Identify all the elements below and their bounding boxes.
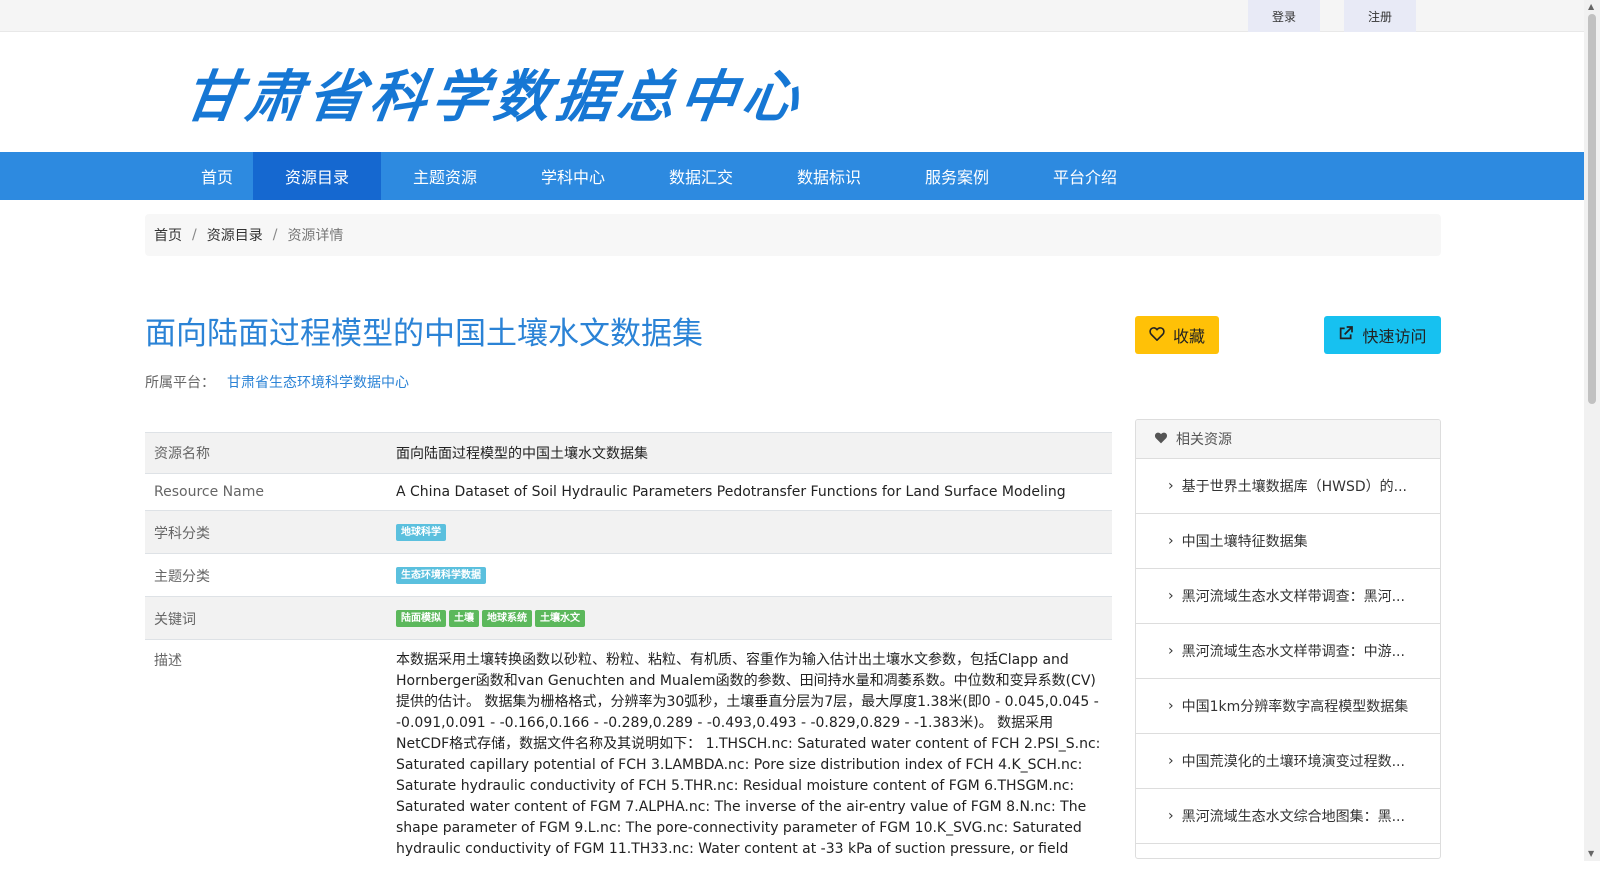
chevron-right-icon: › bbox=[1168, 478, 1174, 494]
resource-info-table: 资源名称 面向陆面过程模型的中国土壤水文数据集 Resource Name A … bbox=[145, 432, 1112, 870]
related-item[interactable]: › 黑河流域生态水文样带调查：黑河... bbox=[1136, 569, 1440, 624]
chevron-right-icon: › bbox=[1168, 698, 1174, 714]
related-item-label: 黑河流域生态水文样带调查：黑河... bbox=[1182, 586, 1405, 606]
platform-link[interactable]: 甘肃省生态环境科学数据中心 bbox=[227, 375, 409, 391]
scrollbar-thumb[interactable] bbox=[1588, 14, 1596, 404]
related-item[interactable]: › 黑河流域生态水文样带调查：中游... bbox=[1136, 624, 1440, 679]
breadcrumb-current: 资源详情 bbox=[287, 225, 343, 245]
table-row: 资源名称 面向陆面过程模型的中国土壤水文数据集 bbox=[145, 433, 1112, 474]
related-item-label: 基于世界土壤数据库（HWSD）的... bbox=[1182, 476, 1407, 496]
related-resources-title: 相关资源 bbox=[1176, 429, 1232, 449]
chevron-right-icon: › bbox=[1168, 643, 1174, 659]
breadcrumb-separator: / bbox=[192, 227, 197, 243]
nav-item-home[interactable]: 首页 bbox=[185, 152, 249, 200]
chevron-right-icon: › bbox=[1168, 588, 1174, 604]
related-resources-header: 相关资源 bbox=[1136, 420, 1440, 459]
row-key: 主题分类 bbox=[145, 554, 387, 597]
topic-tags: 生态环境科学数据 bbox=[387, 554, 1112, 597]
row-key: 描述 bbox=[145, 640, 387, 870]
nav-item-catalog[interactable]: 资源目录 bbox=[253, 152, 381, 200]
related-item-label: 中国1km分辨率数字高程模型数据集 bbox=[1182, 696, 1409, 716]
keyword-tag[interactable]: 土壤水文 bbox=[535, 610, 585, 627]
related-item[interactable]: › 中国荒漠化的土壤环境演变过程数... bbox=[1136, 734, 1440, 789]
related-item[interactable]: › 中国土壤特征数据集 bbox=[1136, 514, 1440, 569]
external-link-icon bbox=[1338, 325, 1354, 345]
related-item[interactable]: › 黑河流域生态水文综合地图集：黑... bbox=[1136, 789, 1440, 844]
row-key: 学科分类 bbox=[145, 511, 387, 554]
row-key: 资源名称 bbox=[145, 433, 387, 474]
related-item-label: 中国荒漠化的土壤环境演变过程数... bbox=[1182, 751, 1405, 771]
related-resources-panel: 相关资源 › 基于世界土壤数据库（HWSD）的... › 中国土壤特征数据集 › 黑河… bbox=[1135, 419, 1441, 859]
discipline-tag[interactable]: 地球科学 bbox=[396, 524, 446, 541]
main-nav: 首页 资源目录 主题资源 学科中心 数据汇交 数据标识 服务案例 平台介绍 bbox=[0, 152, 1584, 200]
related-item-label: 黑河流域生态水文样带调查：中游... bbox=[1182, 641, 1405, 661]
heart-icon bbox=[1154, 431, 1168, 448]
breadcrumb-separator: / bbox=[273, 227, 278, 243]
table-row: 关键词 陆面模拟土壤地球系统土壤水文 bbox=[145, 597, 1112, 640]
keyword-tag[interactable]: 土壤 bbox=[449, 610, 479, 627]
related-item-label: 黑河流域生态水文综合地图集：黑... bbox=[1182, 806, 1405, 826]
table-row: 描述 本数据采用土壤转换函数以砂粒、粉粒、粘粒、有机质、容重作为输入估计出土壤水… bbox=[145, 640, 1112, 870]
breadcrumb-home[interactable]: 首页 bbox=[154, 225, 182, 245]
scroll-down-icon[interactable]: ▼ bbox=[1588, 849, 1594, 858]
nav-item-disciplines[interactable]: 学科中心 bbox=[509, 152, 637, 200]
register-button[interactable]: 注册 bbox=[1344, 0, 1416, 32]
nav-item-about[interactable]: 平台介绍 bbox=[1021, 152, 1149, 200]
nav-item-cases[interactable]: 服务案例 bbox=[893, 152, 1021, 200]
page-scrollbar[interactable]: ▲ ▼ bbox=[1584, 0, 1600, 861]
related-item[interactable]: › 中国1km分辨率数字高程模型数据集 bbox=[1136, 679, 1440, 734]
heart-icon bbox=[1149, 326, 1165, 345]
platform-label: 所属平台： bbox=[145, 375, 215, 391]
page-title: 面向陆面过程模型的中国土壤水文数据集 bbox=[145, 308, 703, 353]
breadcrumb: 首页 / 资源目录 / 资源详情 bbox=[145, 214, 1441, 256]
quick-visit-label: 快速访问 bbox=[1362, 323, 1426, 347]
nav-item-identifier[interactable]: 数据标识 bbox=[765, 152, 893, 200]
related-item[interactable]: › 基于世界土壤数据库（HWSD）的... bbox=[1136, 459, 1440, 514]
breadcrumb-catalog[interactable]: 资源目录 bbox=[207, 225, 263, 245]
description-value: 本数据采用土壤转换函数以砂粒、粉粒、粘粒、有机质、容重作为输入估计出土壤水文参数… bbox=[387, 640, 1112, 870]
header: 甘肃省科学数据总中心 bbox=[0, 32, 1584, 152]
keyword-tag[interactable]: 陆面模拟 bbox=[396, 610, 446, 627]
favorite-button[interactable]: 收藏 bbox=[1135, 316, 1219, 354]
nav-item-submission[interactable]: 数据汇交 bbox=[637, 152, 765, 200]
chevron-right-icon: › bbox=[1168, 753, 1174, 769]
login-button[interactable]: 登录 bbox=[1248, 0, 1320, 32]
chevron-right-icon: › bbox=[1168, 808, 1174, 824]
scroll-up-icon[interactable]: ▲ bbox=[1588, 2, 1594, 11]
platform-info: 所属平台： 甘肃省生态环境科学数据中心 bbox=[145, 372, 409, 392]
table-row: 学科分类 地球科学 bbox=[145, 511, 1112, 554]
chevron-right-icon: › bbox=[1168, 533, 1174, 549]
row-key: 关键词 bbox=[145, 597, 387, 640]
discipline-tags: 地球科学 bbox=[387, 511, 1112, 554]
keyword-tag[interactable]: 地球系统 bbox=[482, 610, 532, 627]
topic-tag[interactable]: 生态环境科学数据 bbox=[396, 567, 486, 584]
favorite-label: 收藏 bbox=[1173, 323, 1205, 347]
keyword-tags: 陆面模拟土壤地球系统土壤水文 bbox=[387, 597, 1112, 640]
table-row: 主题分类 生态环境科学数据 bbox=[145, 554, 1112, 597]
quick-visit-button[interactable]: 快速访问 bbox=[1324, 316, 1441, 354]
nav-item-topics[interactable]: 主题资源 bbox=[381, 152, 509, 200]
resource-name-en-value: A China Dataset of Soil Hydraulic Parame… bbox=[387, 474, 1112, 511]
top-bar: 登录 注册 bbox=[0, 0, 1584, 32]
resource-name-value: 面向陆面过程模型的中国土壤水文数据集 bbox=[387, 433, 1112, 474]
table-row: Resource Name A China Dataset of Soil Hy… bbox=[145, 474, 1112, 511]
site-logo[interactable]: 甘肃省科学数据总中心 bbox=[179, 52, 810, 133]
row-key: Resource Name bbox=[145, 474, 387, 511]
related-item-label: 中国土壤特征数据集 bbox=[1182, 531, 1308, 551]
